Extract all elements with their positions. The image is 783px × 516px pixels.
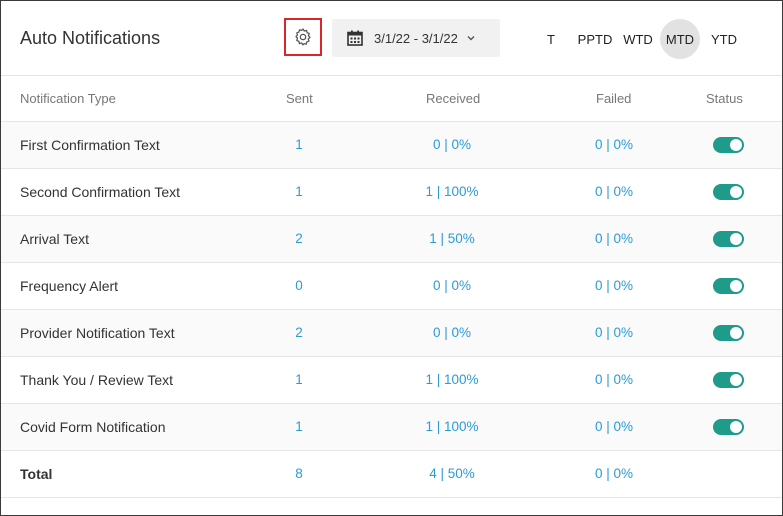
total-received[interactable]: 4 | 50% <box>429 466 475 481</box>
table-row: First Confirmation Text 1 0 | 0% 0 | 0% <box>1 122 782 169</box>
column-header-status: Status <box>706 91 743 106</box>
total-row: Total 8 4 | 50% 0 | 0% <box>1 451 782 498</box>
failed-count[interactable]: 0 | 0% <box>595 419 633 434</box>
sent-count[interactable]: 1 <box>295 372 303 387</box>
received-count[interactable]: 1 | 50% <box>429 231 475 246</box>
status-toggle[interactable] <box>713 419 744 435</box>
toggle-knob <box>730 280 742 292</box>
total-sent[interactable]: 8 <box>295 466 303 481</box>
notification-name: Frequency Alert <box>20 278 119 294</box>
table-row: Thank You / Review Text 1 1 | 100% 0 | 0… <box>1 357 782 404</box>
period-mtd[interactable]: MTD <box>660 19 700 59</box>
sent-count[interactable]: 1 <box>295 137 303 152</box>
page-title: Auto Notifications <box>20 28 161 48</box>
column-header-received: Received <box>426 91 481 106</box>
table-row: Provider Notification Text 2 0 | 0% 0 | … <box>1 310 782 357</box>
toggle-knob <box>730 139 742 151</box>
total-label: Total <box>20 466 53 482</box>
sent-count[interactable]: 1 <box>295 184 303 199</box>
table-row: Arrival Text 2 1 | 50% 0 | 0% <box>1 216 782 263</box>
notification-name: Covid Form Notification <box>20 419 166 435</box>
column-header-failed: Failed <box>596 91 632 106</box>
notification-name: Thank You / Review Text <box>20 372 174 388</box>
settings-button[interactable] <box>284 18 322 56</box>
sent-count[interactable]: 0 <box>295 278 303 293</box>
period-t[interactable]: T <box>542 19 560 59</box>
failed-count[interactable]: 0 | 0% <box>595 231 633 246</box>
received-count[interactable]: 0 | 0% <box>433 325 471 340</box>
received-count[interactable]: 0 | 0% <box>433 278 471 293</box>
sent-count[interactable]: 2 <box>295 231 303 246</box>
status-toggle[interactable] <box>713 325 744 341</box>
notification-name: Arrival Text <box>20 231 89 247</box>
calendar-icon <box>347 30 363 46</box>
column-header-type: Notification Type <box>20 91 116 106</box>
toggle-knob <box>730 327 742 339</box>
received-count[interactable]: 0 | 0% <box>433 137 471 152</box>
auto-notifications-panel: Auto Notifications 3/1/22 - 3/1/22 T PPT… <box>0 0 783 516</box>
toggle-knob <box>730 374 742 386</box>
notification-name: Second Confirmation Text <box>20 184 181 200</box>
chevron-down-icon <box>466 33 476 43</box>
status-toggle[interactable] <box>713 278 744 294</box>
received-count[interactable]: 1 | 100% <box>425 419 478 434</box>
received-count[interactable]: 1 | 100% <box>425 184 478 199</box>
table-row: Covid Form Notification 1 1 | 100% 0 | 0… <box>1 404 782 451</box>
sent-count[interactable]: 2 <box>295 325 303 340</box>
column-header-sent: Sent <box>286 91 313 106</box>
toggle-knob <box>730 233 742 245</box>
total-failed[interactable]: 0 | 0% <box>595 466 633 481</box>
notification-name: Provider Notification Text <box>20 325 175 341</box>
failed-count[interactable]: 0 | 0% <box>595 184 633 199</box>
status-toggle[interactable] <box>713 137 744 153</box>
status-toggle[interactable] <box>713 231 744 247</box>
gear-icon <box>295 28 311 46</box>
period-pptd[interactable]: PPTD <box>575 19 615 59</box>
failed-count[interactable]: 0 | 0% <box>595 372 633 387</box>
sent-count[interactable]: 1 <box>295 419 303 434</box>
table-row: Second Confirmation Text 1 1 | 100% 0 | … <box>1 169 782 216</box>
toggle-knob <box>730 186 742 198</box>
panel-header: Auto Notifications 3/1/22 - 3/1/22 T PPT… <box>1 1 782 76</box>
period-ytd[interactable]: YTD <box>706 19 742 59</box>
failed-count[interactable]: 0 | 0% <box>595 137 633 152</box>
date-range-picker[interactable]: 3/1/22 - 3/1/22 <box>332 19 500 57</box>
table-row: Frequency Alert 0 0 | 0% 0 | 0% <box>1 263 782 310</box>
notification-name: First Confirmation Text <box>20 137 160 153</box>
failed-count[interactable]: 0 | 0% <box>595 325 633 340</box>
toggle-knob <box>730 421 742 433</box>
failed-count[interactable]: 0 | 0% <box>595 278 633 293</box>
period-wtd[interactable]: WTD <box>620 19 656 59</box>
status-toggle[interactable] <box>713 372 744 388</box>
status-toggle[interactable] <box>713 184 744 200</box>
received-count[interactable]: 1 | 100% <box>425 372 478 387</box>
date-range-value: 3/1/22 - 3/1/22 <box>374 30 458 46</box>
